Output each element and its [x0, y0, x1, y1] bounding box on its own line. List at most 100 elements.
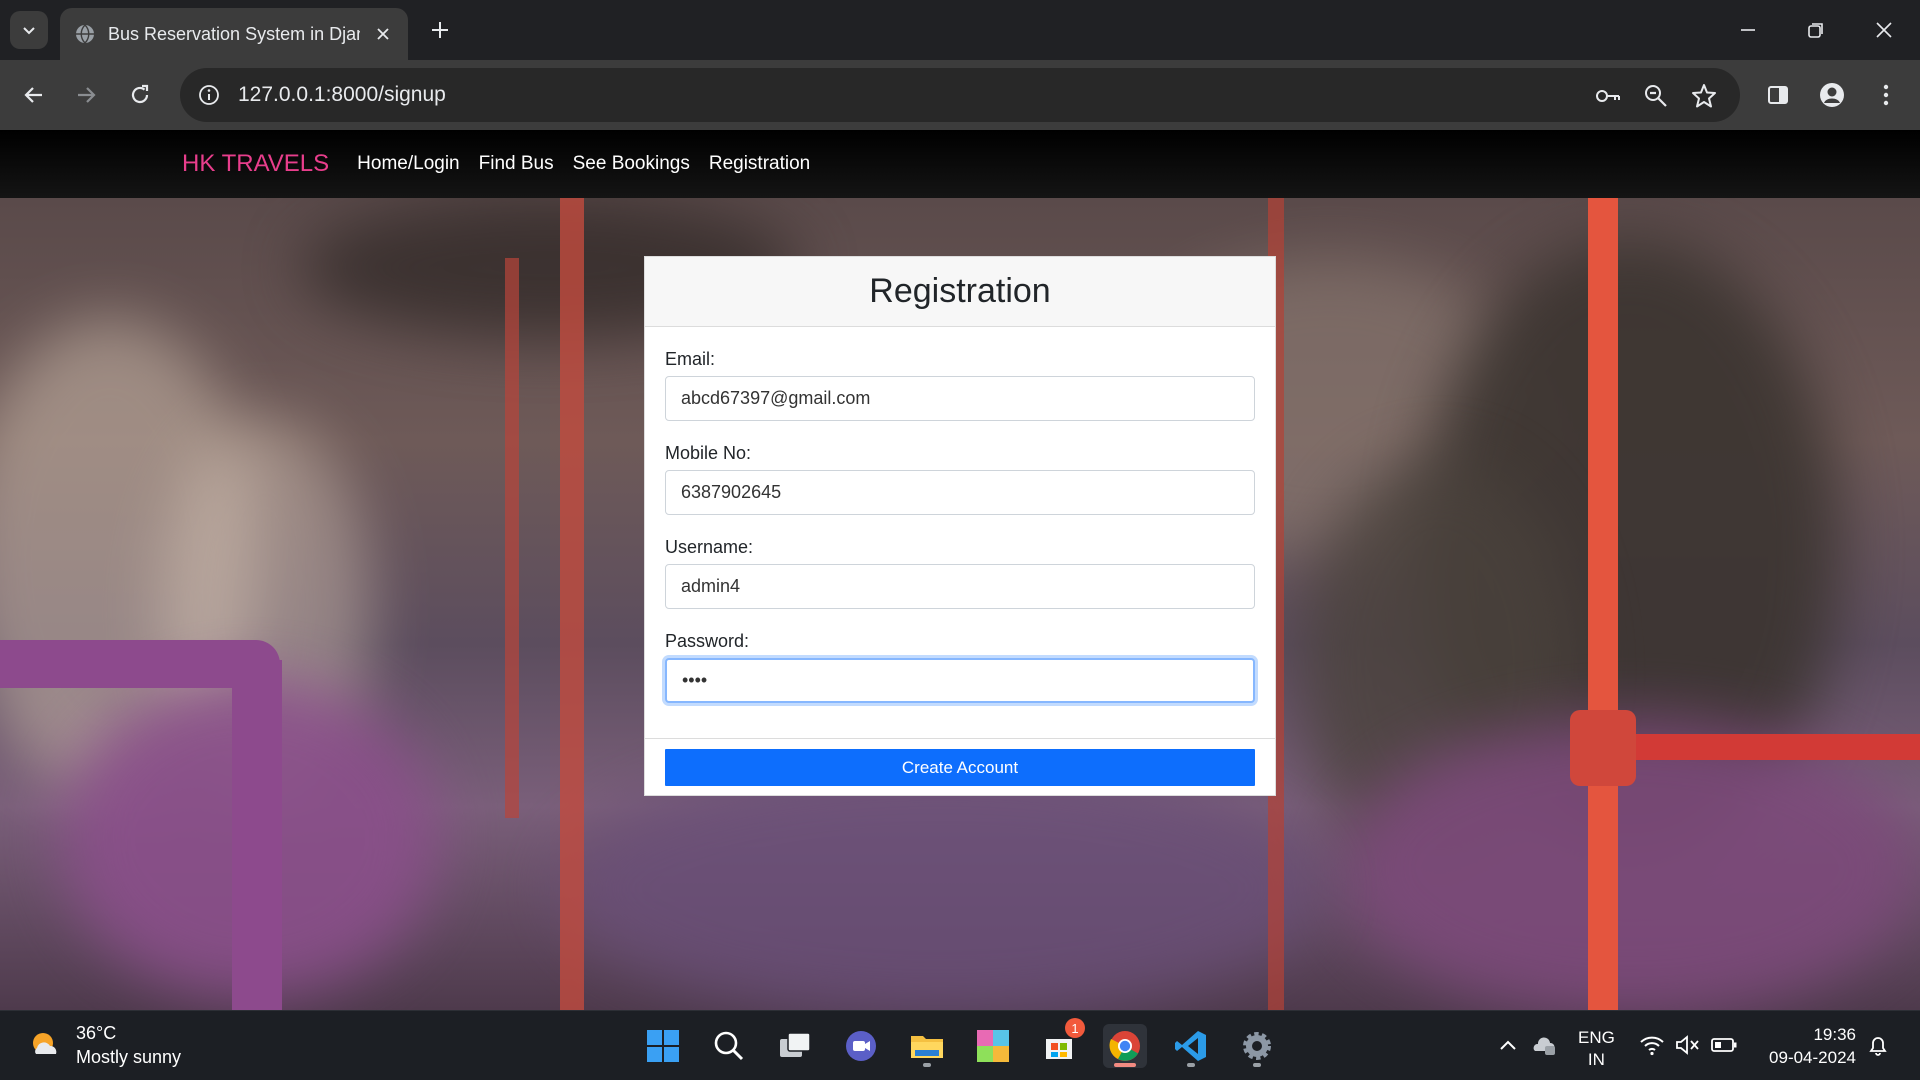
nav-link-registration[interactable]: Registration: [709, 153, 810, 175]
email-field[interactable]: abcd67397@gmail.com: [665, 376, 1255, 421]
password-label: Password:: [665, 631, 750, 651]
side-panel-button[interactable]: [1756, 73, 1800, 117]
folder-icon: [911, 1036, 943, 1058]
notification-badge: 1: [1065, 1018, 1085, 1038]
card-header: Registration: [645, 257, 1275, 327]
taskbar-store-app[interactable]: 1: [1037, 1018, 1085, 1068]
clock-date: 09-04-2024: [1769, 1048, 1856, 1067]
url-text: 127.0.0.1:8000/signup: [238, 83, 446, 106]
password-key-icon[interactable]: [1592, 80, 1624, 112]
running-indicator: [1253, 1063, 1261, 1067]
running-indicator: [923, 1063, 931, 1067]
taskbar-chrome-app[interactable]: [1103, 1024, 1147, 1068]
system-clock[interactable]: 19:36 09-04-2024: [1769, 1023, 1856, 1069]
username-label: Username:: [665, 537, 754, 557]
video-chat-icon: [846, 1031, 876, 1061]
browser-menu-button[interactable]: [1864, 73, 1908, 117]
restore-icon: [1808, 23, 1823, 38]
profile-avatar-icon: [1820, 83, 1844, 107]
clock-time: 19:36: [1813, 1025, 1856, 1044]
forward-button[interactable]: [64, 73, 108, 117]
card-footer: Create Account: [645, 739, 1275, 796]
username-field[interactable]: admin4: [665, 564, 1255, 609]
wifi-icon[interactable]: [1638, 1031, 1666, 1059]
chrome-icon: [1109, 1031, 1140, 1061]
weather-desc: Mostly sunny: [76, 1047, 182, 1067]
running-indicator: [1187, 1063, 1195, 1067]
email-group: Email: abcd67397@gmail.com: [665, 349, 1255, 421]
email-label: Email:: [665, 349, 716, 369]
language-code: ENG: [1578, 1028, 1615, 1047]
site-brand[interactable]: HK TRAVELS: [182, 150, 329, 178]
taskbar-vscode-app[interactable]: [1169, 1024, 1213, 1068]
reload-icon: [131, 84, 149, 104]
page-title: Registration: [869, 272, 1051, 310]
plus-icon: [432, 22, 448, 38]
onedrive-icon[interactable]: [1530, 1031, 1558, 1059]
task-view-icon: [780, 1032, 811, 1057]
browser-tabstrip: Bus Reservation System in Djan: [0, 0, 1920, 60]
weather-temp: 36°C: [76, 1023, 117, 1043]
start-button[interactable]: [641, 1024, 685, 1068]
side-panel-icon: [1768, 86, 1788, 104]
active-indicator: [1114, 1063, 1136, 1067]
site-navbar: HK TRAVELS Home/Login Find Bus See Booki…: [0, 130, 1920, 198]
gear-icon: [1243, 1032, 1271, 1060]
task-view-button[interactable]: [773, 1024, 817, 1068]
battery-icon[interactable]: [1710, 1031, 1738, 1059]
tab-close-icon[interactable]: [372, 23, 394, 45]
nav-link-find-bus[interactable]: Find Bus: [479, 153, 554, 175]
reload-button[interactable]: [118, 73, 162, 117]
language-indicator[interactable]: ENG IN: [1578, 1027, 1615, 1071]
chevron-down-icon: [23, 27, 35, 35]
taskbar-search-button[interactable]: [707, 1024, 751, 1068]
tab-title: Bus Reservation System in Djan: [108, 23, 360, 44]
show-hidden-icons-button[interactable]: [1494, 1031, 1522, 1059]
taskbar-chat-app[interactable]: [839, 1024, 883, 1068]
bookmark-star-icon[interactable]: [1688, 80, 1720, 112]
browser-toolbar: 127.0.0.1:8000/signup: [0, 60, 1920, 130]
vscode-icon: [1175, 1031, 1206, 1061]
site-info-icon[interactable]: [194, 80, 224, 110]
taskbar-settings-app[interactable]: [1235, 1024, 1279, 1068]
page-viewport: HK TRAVELS Home/Login Find Bus See Booki…: [0, 130, 1920, 1010]
nav-link-see-bookings[interactable]: See Bookings: [573, 153, 690, 175]
color-palette-icon: [977, 1030, 1009, 1062]
nav-link-home-login[interactable]: Home/Login: [357, 153, 459, 175]
zoom-icon[interactable]: [1640, 80, 1672, 112]
chevron-up-icon: [1500, 1040, 1516, 1050]
notification-bell-icon[interactable]: [1864, 1031, 1892, 1059]
globe-icon: [76, 24, 94, 44]
browser-tab[interactable]: Bus Reservation System in Djan: [60, 8, 408, 60]
registration-card: Registration Email: abcd67397@gmail.com …: [644, 256, 1276, 796]
minimize-icon: [1741, 29, 1755, 31]
mobile-label: Mobile No:: [665, 443, 752, 463]
taskbar-file-explorer[interactable]: [905, 1024, 949, 1068]
password-field[interactable]: ••••: [665, 658, 1255, 703]
volume-muted-icon[interactable]: [1674, 1031, 1702, 1059]
windows-taskbar: 36°C Mostly sunny 1 ENG IN 19:36 09-04-2…: [0, 1010, 1920, 1080]
mobile-field[interactable]: 6387902645: [665, 470, 1255, 515]
username-group: Username: admin4: [665, 537, 1255, 609]
profile-button[interactable]: [1810, 73, 1854, 117]
more-vertical-icon: [1883, 84, 1889, 106]
arrow-right-icon: [78, 87, 96, 103]
new-tab-button[interactable]: [424, 14, 456, 46]
restore-button[interactable]: [1796, 10, 1836, 50]
weather-widget[interactable]: 36°C Mostly sunny: [28, 1021, 181, 1069]
back-button[interactable]: [12, 73, 56, 117]
create-account-button[interactable]: Create Account: [665, 749, 1255, 786]
mobile-group: Mobile No: 6387902645: [665, 443, 1255, 515]
search-icon: [714, 1031, 744, 1061]
minimize-button[interactable]: [1728, 10, 1768, 50]
weather-sun-icon: [33, 1033, 57, 1054]
registration-form: Email: abcd67397@gmail.com Mobile No: 63…: [645, 327, 1275, 739]
tab-search-button[interactable]: [10, 11, 48, 49]
close-icon: [1876, 22, 1892, 38]
windows-logo-icon: [647, 1030, 679, 1062]
address-bar[interactable]: 127.0.0.1:8000/signup: [180, 68, 1740, 122]
close-window-button[interactable]: [1864, 10, 1904, 50]
arrow-left-icon: [24, 87, 42, 103]
password-group: Password: ••••: [665, 631, 1255, 703]
taskbar-paint-app[interactable]: [971, 1024, 1015, 1068]
